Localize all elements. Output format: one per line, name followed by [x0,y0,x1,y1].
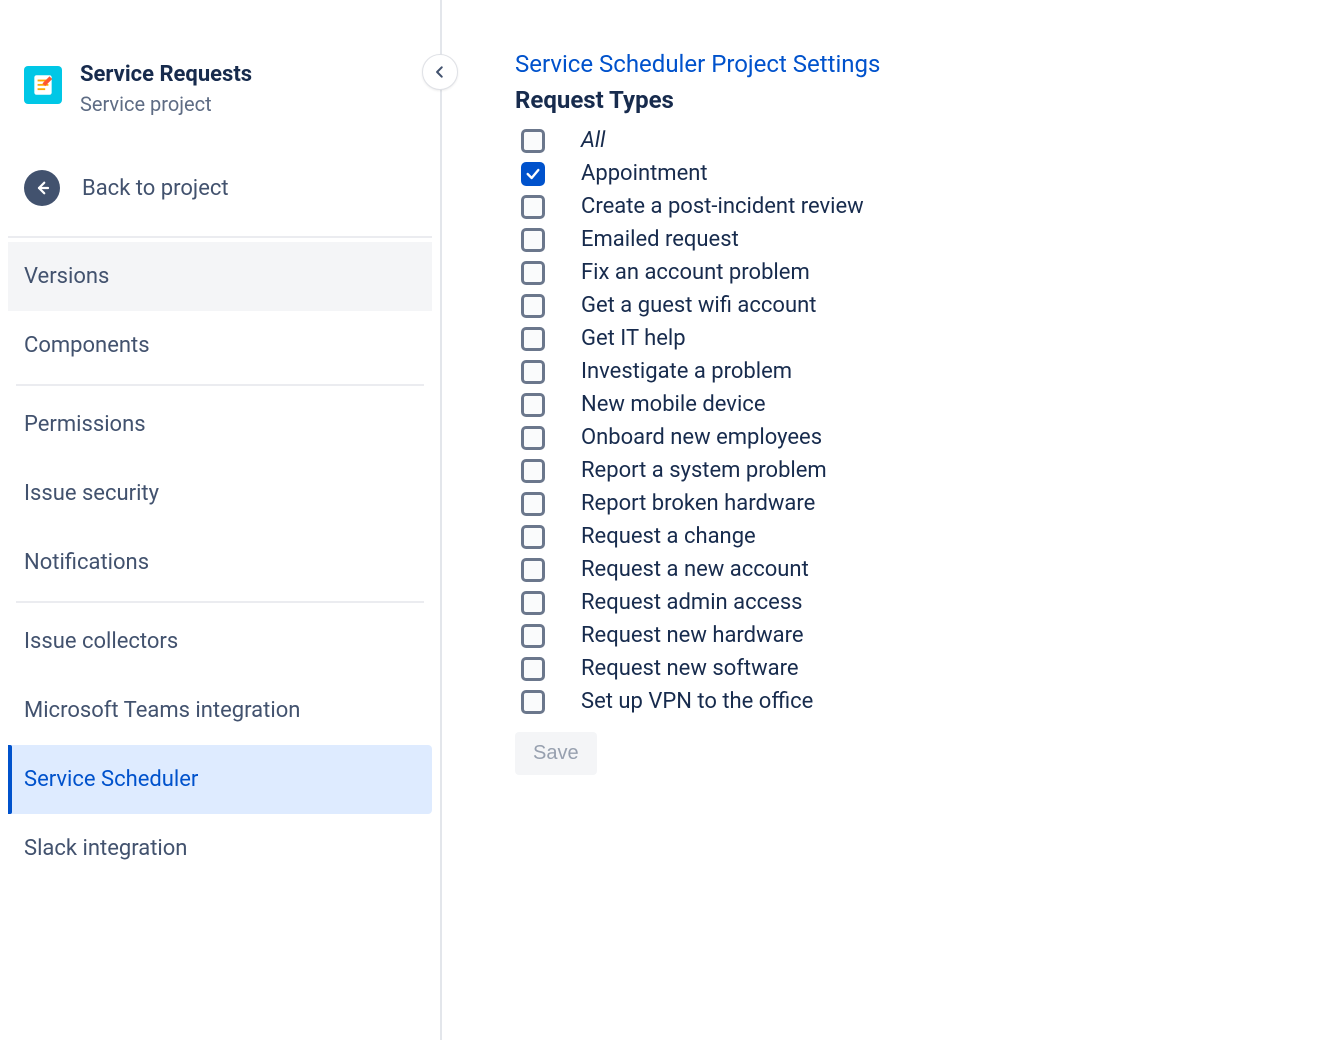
project-title: Service Requests [80,62,252,88]
request-type-label: Create a post-incident review [581,194,864,219]
nav-components[interactable]: Components [8,311,432,380]
request-type-label: Onboard new employees [581,425,822,450]
request-types-list: All Appointment Create a post-incident rev… [521,124,1306,718]
request-type-label: Request a change [581,524,756,549]
request-type-label: Set up VPN to the office [581,689,813,714]
checkbox[interactable] [521,624,545,648]
request-type-row: Get IT help [521,322,1306,355]
checkbox[interactable] [521,327,545,351]
request-type-row: Request a new account [521,553,1306,586]
checkbox[interactable] [521,525,545,549]
project-icon [24,66,62,104]
request-type-row: Emailed request [521,223,1306,256]
request-type-label: Report broken hardware [581,491,815,516]
nav-versions[interactable]: Versions [8,242,432,311]
back-to-project[interactable]: Back to project [0,130,440,232]
checkmark-icon [525,166,541,182]
request-type-label: Get a guest wifi account [581,293,816,318]
back-arrow-icon [24,170,60,206]
project-subtitle: Service project [80,90,252,118]
nav-notifications[interactable]: Notifications [8,528,432,597]
divider [16,601,424,603]
notepad-icon [30,72,56,98]
nav-ms-teams[interactable]: Microsoft Teams integration [8,676,432,745]
checkbox[interactable] [521,459,545,483]
project-header: Service Requests Service project [0,50,440,130]
checkbox[interactable] [521,228,545,252]
request-type-row: Set up VPN to the office [521,685,1306,718]
checkbox[interactable] [521,426,545,450]
request-type-row: Investigate a problem [521,355,1306,388]
request-type-label: Investigate a problem [581,359,792,384]
checkbox[interactable] [521,360,545,384]
page-heading: Request Types [515,86,1306,114]
request-type-label: Request new hardware [581,623,804,648]
request-type-label: Request a new account [581,557,809,582]
request-type-row: Onboard new employees [521,421,1306,454]
nav-list: Versions Components Permissions Issue se… [0,242,440,883]
checkbox[interactable] [521,162,545,186]
breadcrumb-link[interactable]: Service Scheduler Project Settings [515,50,1306,78]
request-type-label: New mobile device [581,392,766,417]
request-type-row: Fix an account problem [521,256,1306,289]
request-type-label: All [581,128,605,153]
request-type-label: Fix an account problem [581,260,810,285]
request-type-row: Request a change [521,520,1306,553]
checkbox[interactable] [521,558,545,582]
checkbox[interactable] [521,261,545,285]
main-content: Service Scheduler Project Settings Reque… [515,50,1306,775]
vertical-divider [440,0,442,1040]
request-type-row: Request admin access [521,586,1306,619]
request-type-row: Request new hardware [521,619,1306,652]
nav-permissions[interactable]: Permissions [8,390,432,459]
project-text: Service Requests Service project [80,62,252,118]
request-type-row: Get a guest wifi account [521,289,1306,322]
back-label: Back to project [82,176,229,201]
request-type-label: Request admin access [581,590,803,615]
checkbox[interactable] [521,492,545,516]
checkbox[interactable] [521,129,545,153]
request-type-row: All [521,124,1306,157]
nav-issue-collectors[interactable]: Issue collectors [8,607,432,676]
checkbox[interactable] [521,294,545,318]
divider [16,384,424,386]
request-type-row: Appointment [521,157,1306,190]
checkbox[interactable] [521,393,545,417]
nav-service-scheduler[interactable]: Service Scheduler [8,745,432,814]
request-type-label: Emailed request [581,227,739,252]
request-type-row: Request new software [521,652,1306,685]
sidebar: Service Requests Service project Back to… [0,0,440,1040]
request-type-label: Get IT help [581,326,686,351]
request-type-label: Appointment [581,161,708,186]
request-type-row: Report a system problem [521,454,1306,487]
save-button[interactable]: Save [515,732,597,775]
request-type-row: Create a post-incident review [521,190,1306,223]
nav-slack[interactable]: Slack integration [8,814,432,883]
collapse-sidebar-button[interactable] [422,54,458,90]
request-type-row: Report broken hardware [521,487,1306,520]
checkbox[interactable] [521,591,545,615]
divider [8,236,432,238]
request-type-row: New mobile device [521,388,1306,421]
chevron-left-icon [433,65,447,79]
checkbox[interactable] [521,195,545,219]
nav-issue-security[interactable]: Issue security [8,459,432,528]
request-type-label: Report a system problem [581,458,827,483]
checkbox[interactable] [521,690,545,714]
checkbox[interactable] [521,657,545,681]
request-type-label: Request new software [581,656,799,681]
